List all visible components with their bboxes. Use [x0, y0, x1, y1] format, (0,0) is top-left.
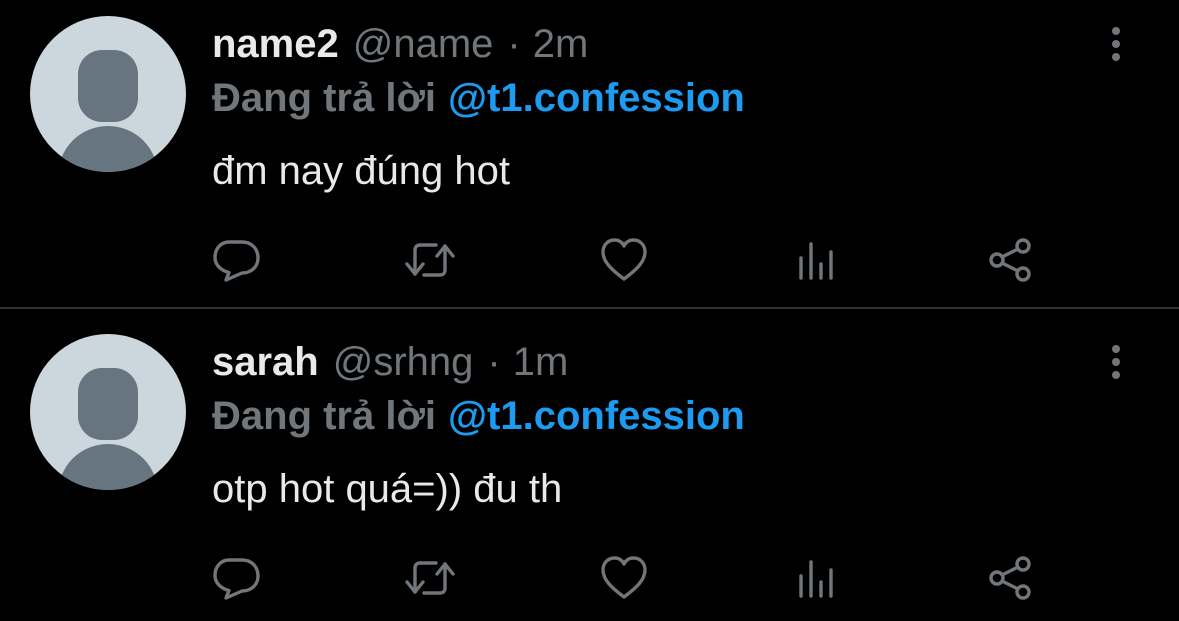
- replying-to-line: Đang trả lời @t1.confession: [212, 74, 745, 122]
- tweet-text: đm nay đúng hot: [212, 149, 510, 193]
- display-name[interactable]: sarah: [212, 338, 319, 386]
- action-bar: [0, 230, 1179, 290]
- replying-to-label: Đang trả lời: [212, 394, 437, 438]
- tweet[interactable]: name2 @name · 2m Đang trả lời @t1.confess…: [0, 0, 1179, 300]
- timeline: name2 @name · 2m Đang trả lời @t1.confess…: [0, 0, 1179, 621]
- separator-dot: ·: [487, 340, 501, 384]
- mention-link[interactable]: @t1.confession: [448, 76, 745, 120]
- avatar-head-shape: [78, 50, 138, 122]
- timestamp[interactable]: 2m: [533, 20, 589, 68]
- user-handle[interactable]: @srhng: [333, 338, 474, 386]
- heart-icon[interactable]: [598, 234, 650, 286]
- reply-bubble-icon[interactable]: [210, 234, 262, 286]
- avatar-head-shape: [78, 368, 138, 440]
- share-icon[interactable]: [985, 234, 1037, 286]
- replying-to-label: Đang trả lời: [212, 76, 437, 120]
- tweet[interactable]: sarah @srhng · 1m Đang trả lời @t1.confes…: [0, 318, 1179, 618]
- vertical-ellipsis-icon[interactable]: [1100, 342, 1132, 382]
- separator-dot: ·: [507, 22, 521, 66]
- avatar[interactable]: [30, 334, 186, 490]
- vertical-ellipsis-icon[interactable]: [1100, 24, 1132, 64]
- replying-to-line: Đang trả lời @t1.confession: [212, 392, 745, 440]
- avatar-body-shape: [58, 444, 158, 490]
- mention-link[interactable]: @t1.confession: [448, 394, 745, 438]
- display-name[interactable]: name2: [212, 20, 339, 68]
- divider: [0, 307, 1179, 309]
- avatar[interactable]: [30, 16, 186, 172]
- analytics-bars-icon[interactable]: [792, 234, 844, 286]
- retweet-icon[interactable]: [404, 234, 456, 286]
- share-icon[interactable]: [985, 552, 1037, 604]
- reply-bubble-icon[interactable]: [210, 552, 262, 604]
- analytics-bars-icon[interactable]: [792, 552, 844, 604]
- tweet-header: name2 @name · 2m: [212, 20, 588, 68]
- tweet-text: otp hot quá=)) đu th: [212, 467, 563, 511]
- avatar-body-shape: [58, 126, 158, 172]
- retweet-icon[interactable]: [404, 552, 456, 604]
- heart-icon[interactable]: [598, 552, 650, 604]
- action-bar: [0, 548, 1179, 608]
- user-handle[interactable]: @name: [353, 20, 494, 68]
- tweet-header: sarah @srhng · 1m: [212, 338, 568, 386]
- timestamp[interactable]: 1m: [513, 338, 569, 386]
